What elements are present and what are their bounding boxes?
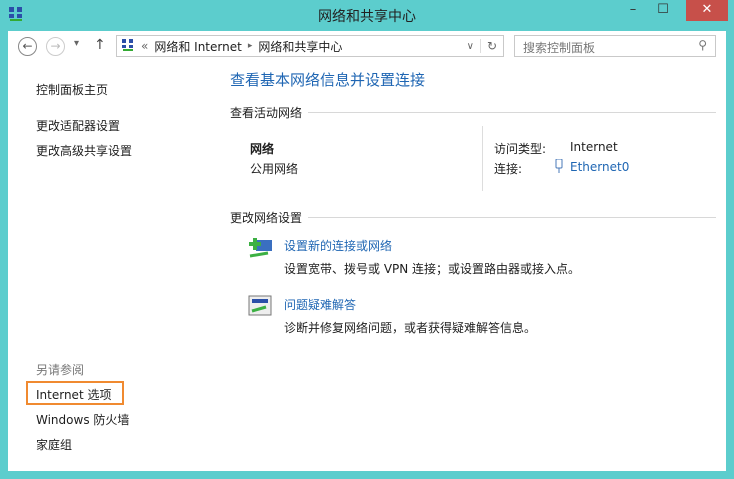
network-profile: 公用网络 — [250, 162, 299, 176]
recent-locations-button[interactable]: ▾ — [74, 38, 79, 49]
forward-button[interactable]: → — [46, 37, 65, 56]
change-adapter-settings-link[interactable]: 更改适配器设置 — [36, 117, 120, 134]
advanced-sharing-settings-link[interactable]: 更改高级共享设置 — [36, 142, 132, 159]
close-button[interactable]: ✕ — [686, 0, 728, 21]
breadcrumb-sharing-center[interactable]: 网络和共享中心 — [258, 38, 342, 55]
access-type-value: Internet — [570, 140, 618, 154]
change-settings-section: 更改网络设置 — [230, 209, 716, 226]
active-networks-section: 查看活动网络 — [230, 104, 716, 121]
troubleshoot-desc: 诊断并修复网络问题，或者获得疑难解答信息。 — [284, 321, 537, 335]
navigation-bar: ← → ▾ ↑ « 网络和 Internet ▸ 网络和共享中心 ∨ ↻ 搜索控… — [8, 31, 726, 61]
search-input[interactable]: 搜索控制面板 ⚲ — [514, 35, 716, 57]
access-type-label: 访问类型: — [494, 142, 547, 156]
search-placeholder: 搜索控制面板 — [523, 41, 596, 55]
section-title: 更改网络设置 — [230, 211, 303, 225]
page-title: 查看基本网络信息并设置连接 — [230, 71, 426, 89]
search-icon[interactable]: ⚲ — [698, 38, 707, 52]
network-icon — [121, 38, 135, 55]
address-dropdown-button[interactable]: ∨ — [467, 41, 474, 52]
refresh-button[interactable]: ↻ — [479, 39, 503, 53]
maximize-button[interactable]: ☐ — [650, 0, 676, 21]
section-title: 查看活动网络 — [230, 106, 303, 120]
connection-label: 连接: — [494, 162, 523, 176]
new-connection-icon — [248, 236, 274, 263]
title-bar: 网络和共享中心 – ☐ ✕ — [0, 0, 734, 30]
troubleshoot-icon — [248, 295, 272, 320]
divider — [482, 126, 483, 191]
windows-firewall-link[interactable]: Windows 防火墙 — [36, 411, 129, 428]
highlight-box — [26, 381, 124, 405]
window-content: ← → ▾ ↑ « 网络和 Internet ▸ 网络和共享中心 ∨ ↻ 搜索控… — [8, 31, 726, 471]
up-button[interactable]: ↑ — [94, 37, 106, 53]
see-also-heading: 另请参阅 — [36, 363, 85, 377]
breadcrumb-overflow[interactable]: « — [141, 39, 148, 53]
ethernet0-link[interactable]: Ethernet0 — [570, 160, 629, 174]
homegroup-link[interactable]: 家庭组 — [36, 436, 72, 453]
setup-new-connection-link[interactable]: 设置新的连接或网络 — [284, 237, 392, 254]
troubleshoot-link[interactable]: 问题疑难解答 — [284, 296, 356, 313]
back-button[interactable]: ← — [18, 37, 37, 56]
breadcrumb-arrow-icon[interactable]: ▸ — [248, 41, 253, 51]
control-panel-home-link[interactable]: 控制面板主页 — [36, 81, 108, 98]
address-bar[interactable]: « 网络和 Internet ▸ 网络和共享中心 ∨ ↻ — [116, 35, 504, 57]
setup-new-connection-desc: 设置宽带、拨号或 VPN 连接；或设置路由器或接入点。 — [284, 262, 581, 276]
ethernet-icon — [554, 158, 564, 176]
breadcrumb-network-internet[interactable]: 网络和 Internet — [154, 38, 241, 55]
network-name: 网络 — [250, 142, 275, 156]
minimize-button[interactable]: – — [620, 0, 646, 21]
